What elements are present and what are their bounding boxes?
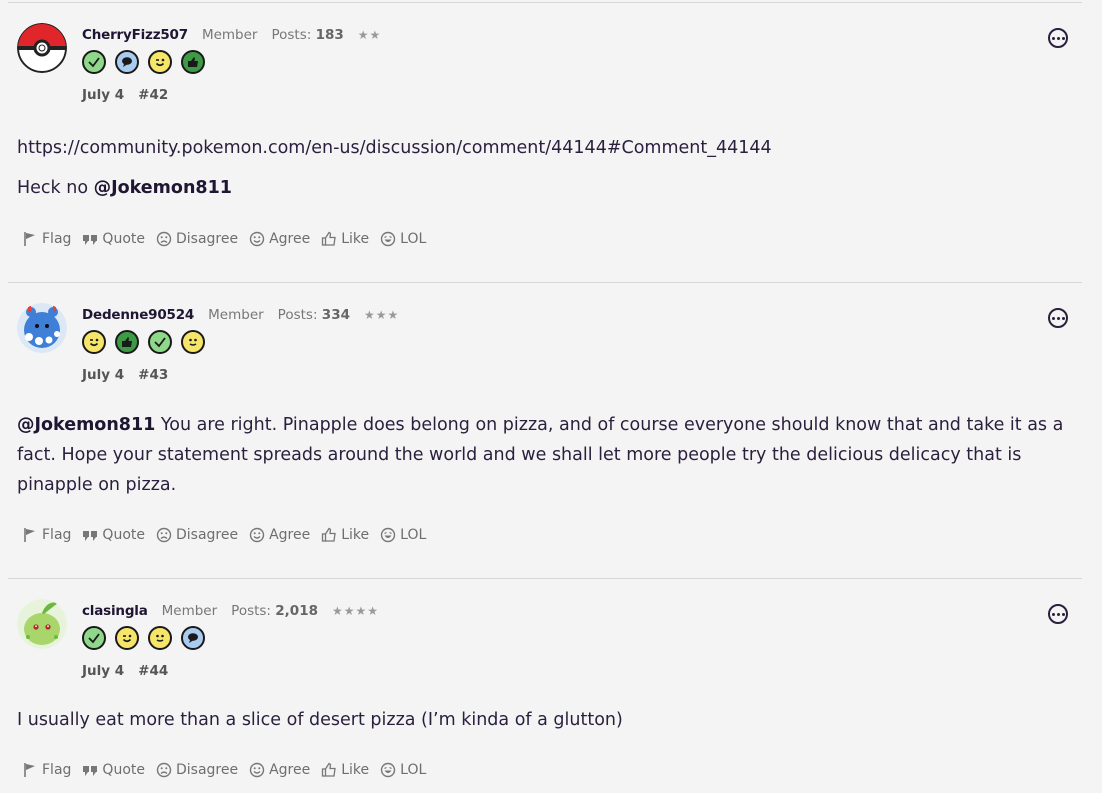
- post-dateline: July 4 #43: [82, 367, 168, 383]
- check-badge-icon[interactable]: [148, 330, 172, 354]
- mention-link[interactable]: @Jokemon811: [17, 415, 155, 435]
- like-button[interactable]: Like: [321, 231, 369, 247]
- frown-icon: [156, 762, 172, 778]
- flag-button[interactable]: Flag: [22, 762, 71, 778]
- post-date[interactable]: July 4: [82, 663, 124, 679]
- user-role: Member: [161, 603, 218, 619]
- thumbs-up-badge-icon[interactable]: [181, 50, 205, 74]
- post-42: CherryFizz507 Member Posts: 183 ★★ July …: [8, 2, 1082, 281]
- laugh-icon: [380, 231, 396, 247]
- badge-row: [82, 50, 205, 74]
- thumbs-up-icon: [322, 762, 336, 777]
- flag-icon: [24, 528, 35, 542]
- like-button[interactable]: Like: [321, 762, 369, 778]
- post-number[interactable]: #43: [138, 367, 168, 383]
- quote-icon: [83, 235, 98, 245]
- post-options-button[interactable]: [1048, 308, 1068, 328]
- reaction-bar: Flag Quote Disagree Agree Like LOL: [22, 527, 426, 543]
- user-role: Member: [208, 307, 264, 323]
- rank-stars: ★★: [357, 28, 382, 42]
- smile-icon: [249, 231, 265, 247]
- quote-button[interactable]: Quote: [82, 762, 145, 778]
- disagree-button[interactable]: Disagree: [156, 527, 238, 543]
- lol-button[interactable]: LOL: [380, 762, 426, 778]
- post-43: Dedenne90524 Member Posts: 334 ★★★ July …: [8, 282, 1082, 577]
- agree-button[interactable]: Agree: [249, 231, 310, 247]
- wink-badge-icon[interactable]: [115, 626, 139, 650]
- laugh-icon: [380, 762, 396, 778]
- post-count: Posts: 183: [271, 27, 344, 43]
- post-date[interactable]: July 4: [82, 87, 124, 103]
- flag-button[interactable]: Flag: [22, 231, 71, 247]
- post-paragraph: I usually eat more than a slice of deser…: [17, 710, 623, 730]
- post-meta: CherryFizz507 Member Posts: 183 ★★: [82, 27, 381, 47]
- avatar-pokeball[interactable]: [17, 23, 67, 73]
- post-count: Posts: 334: [277, 307, 350, 323]
- username[interactable]: Dedenne90524: [82, 307, 194, 323]
- avatar-chikorita[interactable]: [17, 599, 67, 649]
- smile-badge-icon[interactable]: [148, 626, 172, 650]
- comment-badge-icon[interactable]: [181, 626, 205, 650]
- frown-icon: [156, 527, 172, 543]
- rank-stars: ★★★★: [331, 604, 380, 618]
- smile-icon: [249, 762, 265, 778]
- post-paragraph: Heck no @Jokemon811: [17, 178, 232, 198]
- post-body: https://community.pokemon.com/en-us/disc…: [17, 133, 1074, 203]
- thumbs-up-badge-icon[interactable]: [115, 330, 139, 354]
- reaction-bar: Flag Quote Disagree Agree Like LOL: [22, 762, 426, 778]
- badge-row: [82, 626, 205, 650]
- mention-link[interactable]: @Jokemon811: [94, 178, 232, 198]
- user-role: Member: [201, 27, 258, 43]
- check-badge-icon[interactable]: [82, 626, 106, 650]
- check-badge-icon[interactable]: [82, 50, 106, 74]
- reaction-bar: Flag Quote Disagree Agree Like LOL: [22, 231, 426, 247]
- post-meta: clasingla Member Posts: 2,018 ★★★★: [82, 603, 379, 623]
- post-number[interactable]: #44: [138, 663, 168, 679]
- disagree-button[interactable]: Disagree: [156, 231, 238, 247]
- comment-badge-icon[interactable]: [115, 50, 139, 74]
- post-body: @Jokemon811 You are right. Pinapple does…: [17, 410, 1074, 500]
- post-options-button[interactable]: [1048, 28, 1068, 48]
- badge-row: [82, 330, 205, 354]
- avatar-marill[interactable]: [17, 303, 67, 353]
- lol-button[interactable]: LOL: [380, 527, 426, 543]
- post-dateline: July 4 #42: [82, 87, 168, 103]
- thumbs-up-icon: [322, 527, 336, 542]
- agree-button[interactable]: Agree: [249, 762, 310, 778]
- post-paragraph: @Jokemon811 You are right. Pinapple does…: [17, 415, 1064, 495]
- post-link[interactable]: https://community.pokemon.com/en-us/disc…: [17, 133, 1074, 163]
- quote-button[interactable]: Quote: [82, 527, 145, 543]
- frown-icon: [156, 231, 172, 247]
- agree-button[interactable]: Agree: [249, 527, 310, 543]
- post-date[interactable]: July 4: [82, 367, 124, 383]
- smile-badge-icon[interactable]: [181, 330, 205, 354]
- post-44: clasingla Member Posts: 2,018 ★★★★ July …: [8, 578, 1082, 793]
- post-body: I usually eat more than a slice of deser…: [17, 705, 1074, 735]
- quote-button[interactable]: Quote: [82, 231, 145, 247]
- smile-icon: [249, 527, 265, 543]
- laugh-icon: [380, 527, 396, 543]
- username[interactable]: clasingla: [82, 603, 148, 619]
- flag-icon: [24, 763, 35, 777]
- username[interactable]: CherryFizz507: [82, 27, 188, 43]
- disagree-button[interactable]: Disagree: [156, 762, 238, 778]
- wink-badge-icon[interactable]: [82, 330, 106, 354]
- like-button[interactable]: Like: [321, 527, 369, 543]
- post-dateline: July 4 #44: [82, 663, 168, 679]
- quote-icon: [83, 766, 98, 776]
- lol-button[interactable]: LOL: [380, 231, 426, 247]
- wink-badge-icon[interactable]: [148, 50, 172, 74]
- post-count: Posts: 2,018: [231, 603, 318, 619]
- post-options-button[interactable]: [1048, 604, 1068, 624]
- thumbs-up-icon: [322, 231, 336, 246]
- quote-icon: [83, 531, 98, 541]
- rank-stars: ★★★: [363, 308, 400, 322]
- post-number[interactable]: #42: [138, 87, 168, 103]
- post-meta: Dedenne90524 Member Posts: 334 ★★★: [82, 307, 399, 327]
- flag-icon: [24, 232, 35, 246]
- flag-button[interactable]: Flag: [22, 527, 71, 543]
